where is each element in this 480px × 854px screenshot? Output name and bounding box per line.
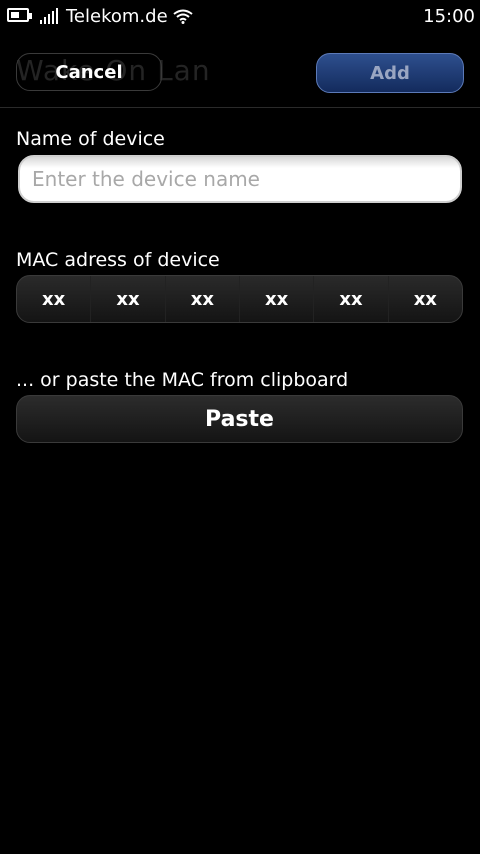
- battery-level: [11, 12, 19, 18]
- battery-icon: [7, 8, 32, 22]
- mac-segment-2[interactable]: xx: [91, 276, 166, 322]
- cancel-button[interactable]: Cancel: [16, 53, 162, 91]
- mac-address-label: MAC adress of device: [16, 249, 220, 271]
- mac-segment-1[interactable]: xx: [17, 276, 92, 322]
- operator-name: Telekom.de: [66, 6, 168, 27]
- mac-segment-5[interactable]: xx: [314, 276, 389, 322]
- mac-address-field: xx xx xx xx xx xx: [16, 275, 463, 323]
- paste-hint-label: ... or paste the MAC from clipboard: [16, 369, 349, 391]
- signal-icon: [40, 8, 60, 24]
- header: Wake On Lan Cancel Add: [0, 40, 480, 106]
- mac-segment-4[interactable]: xx: [240, 276, 315, 322]
- device-name-input[interactable]: [18, 155, 462, 203]
- add-button[interactable]: Add: [316, 53, 464, 93]
- wifi-icon: [173, 9, 193, 24]
- mac-segment-6[interactable]: xx: [389, 276, 462, 322]
- device-name-label: Name of device: [16, 128, 165, 150]
- header-divider: [0, 107, 480, 108]
- status-bar: Telekom.de 15:00: [0, 0, 480, 34]
- paste-button[interactable]: Paste: [16, 395, 463, 443]
- clock: 15:00: [423, 6, 475, 27]
- mac-segment-3[interactable]: xx: [166, 276, 240, 322]
